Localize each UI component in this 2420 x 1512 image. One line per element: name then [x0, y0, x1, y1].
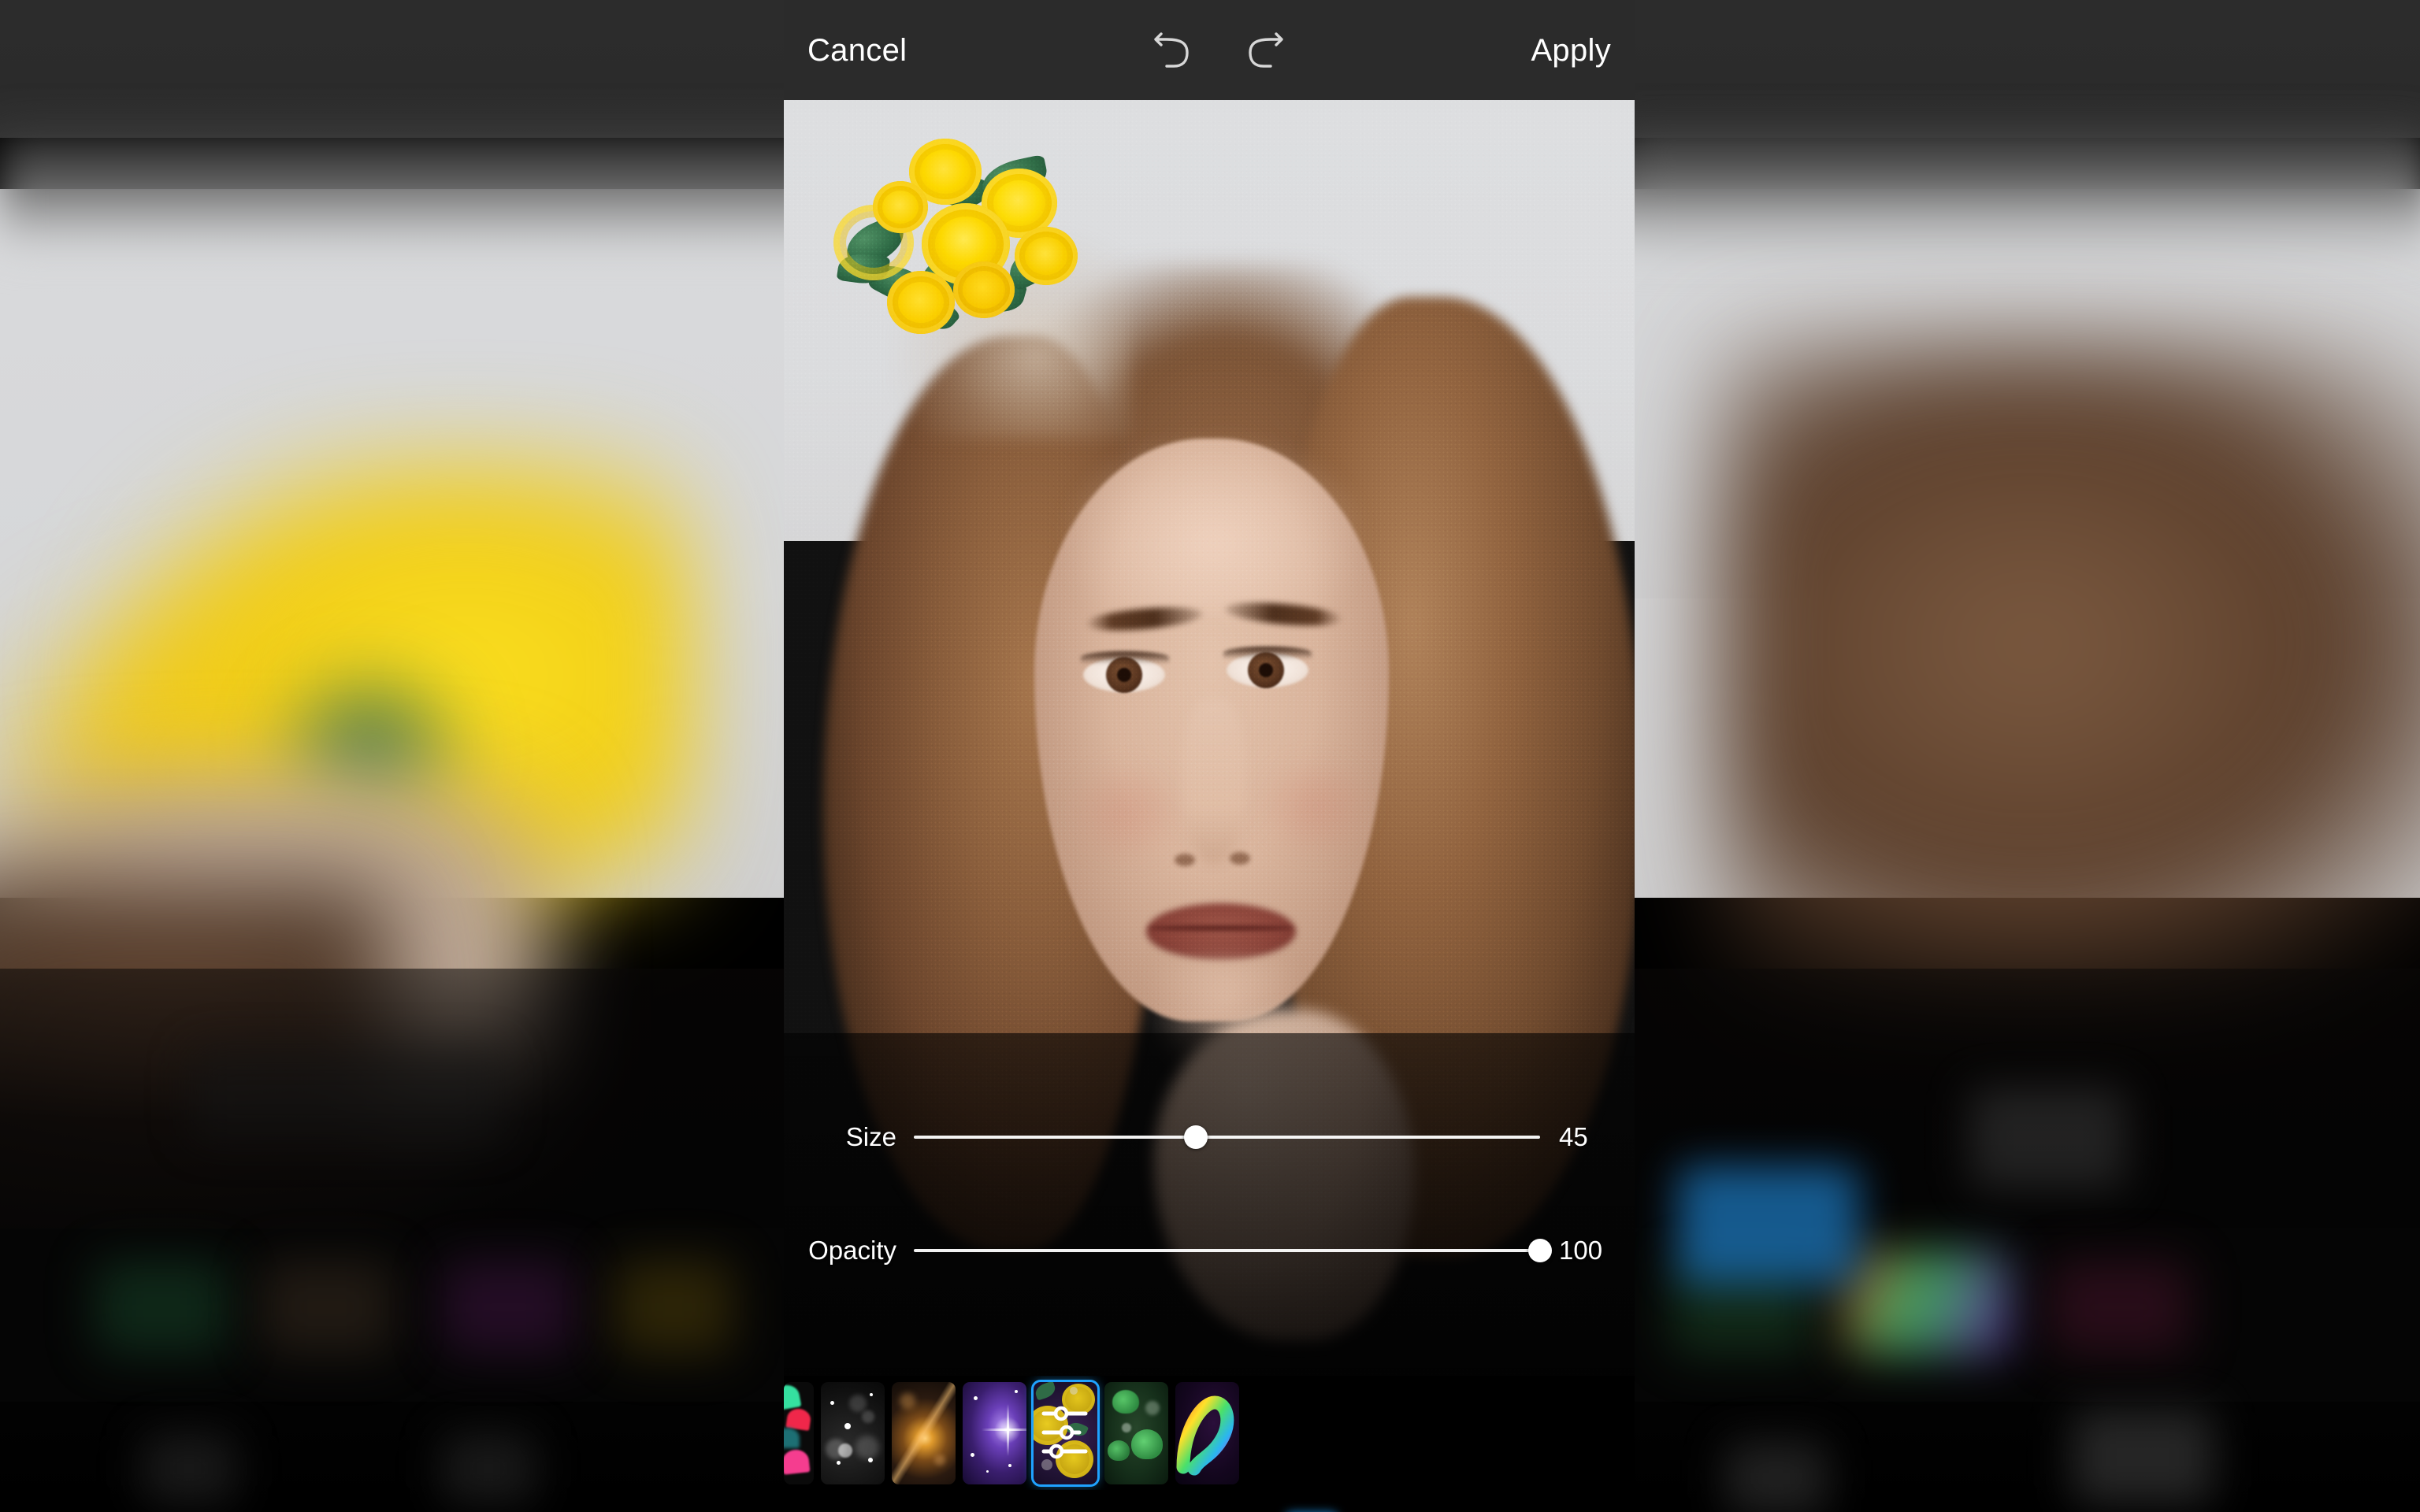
size-slider-row[interactable]: Size 45 [784, 1112, 1635, 1162]
size-slider-value: 45 [1559, 1122, 1588, 1151]
heart-icon [784, 1382, 802, 1411]
backdrop-ghost-thumb [2048, 1260, 2190, 1354]
thumb-bg [1034, 1381, 1097, 1484]
apply-button[interactable]: Apply [1531, 35, 1611, 66]
hearts-sticker-thumb[interactable] [784, 1381, 814, 1484]
top-bar: Cancel Apply [784, 0, 1635, 100]
backdrop-ghost-tool [441, 1433, 536, 1504]
screen: Cancel Apply Size 45 Opacity 100 [0, 0, 2420, 1512]
thumb-bg [963, 1381, 1026, 1484]
opacity-slider-row[interactable]: Opacity 100 [784, 1225, 1635, 1276]
backdrop-ghost-tool [142, 1433, 236, 1504]
size-slider-label: Size [845, 1122, 896, 1151]
opacity-slider-value: 100 [1559, 1236, 1603, 1265]
heart-icon [785, 1406, 812, 1431]
opacity-slider-label: Opacity [808, 1236, 896, 1265]
heart-icon [784, 1447, 811, 1475]
backdrop-ghost-tool [189, 1047, 504, 1142]
backdrop-ghost-thumb [260, 1260, 394, 1354]
opacity-slider-thumb[interactable] [1528, 1239, 1552, 1262]
thumb-bg [892, 1381, 956, 1484]
opacity-slider-track-wrap[interactable] [914, 1225, 1552, 1276]
yellow-roses-thumb[interactable] [1031, 1379, 1100, 1487]
backdrop-ghost-tool [1969, 1087, 2127, 1189]
thumb-bg [1175, 1381, 1239, 1484]
undo-arrow-icon[interactable] [1148, 28, 1197, 72]
thumb-bg [1104, 1381, 1168, 1484]
backdrop-ghost-tool [1678, 1166, 1859, 1284]
backdrop-ghost-thumb [1843, 1252, 2009, 1354]
heart-icon [784, 1427, 800, 1448]
size-slider-thumb[interactable] [1183, 1125, 1208, 1149]
sticker-thumbnail-strip[interactable] [784, 1376, 1635, 1490]
backdrop-ghost-tool [1725, 1441, 1828, 1512]
size-slider-track-wrap[interactable] [914, 1112, 1540, 1162]
opacity-slider-track[interactable] [914, 1249, 1540, 1252]
backdrop-ghost-thumb [95, 1260, 228, 1354]
cancel-button[interactable]: Cancel [807, 35, 907, 66]
purple-galaxy-stars-thumb[interactable] [963, 1381, 1026, 1484]
bokeh-dots-thumb[interactable] [821, 1381, 885, 1484]
thumb-bg [784, 1381, 814, 1484]
brush-toolbar[interactable] [784, 1490, 1635, 1512]
size-slider-track[interactable] [914, 1136, 1540, 1139]
backdrop-ghost-thumb [441, 1260, 575, 1354]
photo-canvas[interactable]: Size 45 Opacity 100 [784, 100, 1635, 1512]
history-controls [1148, 28, 1290, 72]
green-clover-thumb[interactable] [1104, 1381, 1168, 1484]
editor-panel: Cancel Apply Size 45 Opacity 100 [784, 0, 1635, 1512]
backdrop-top-fade-right [1635, 126, 2420, 252]
backdrop-hair-right [1717, 339, 2420, 1016]
rainbow-squiggle-thumb[interactable] [1175, 1381, 1239, 1484]
warm-lens-flare-thumb[interactable] [892, 1381, 956, 1484]
thumb-bg [821, 1381, 885, 1484]
slider-panel: Size 45 Opacity 100 [784, 1033, 1635, 1376]
backdrop-ghost-tool [2072, 1410, 2214, 1504]
redo-arrow-icon[interactable] [1241, 28, 1290, 72]
backdrop-ghost-thumb [614, 1260, 733, 1354]
